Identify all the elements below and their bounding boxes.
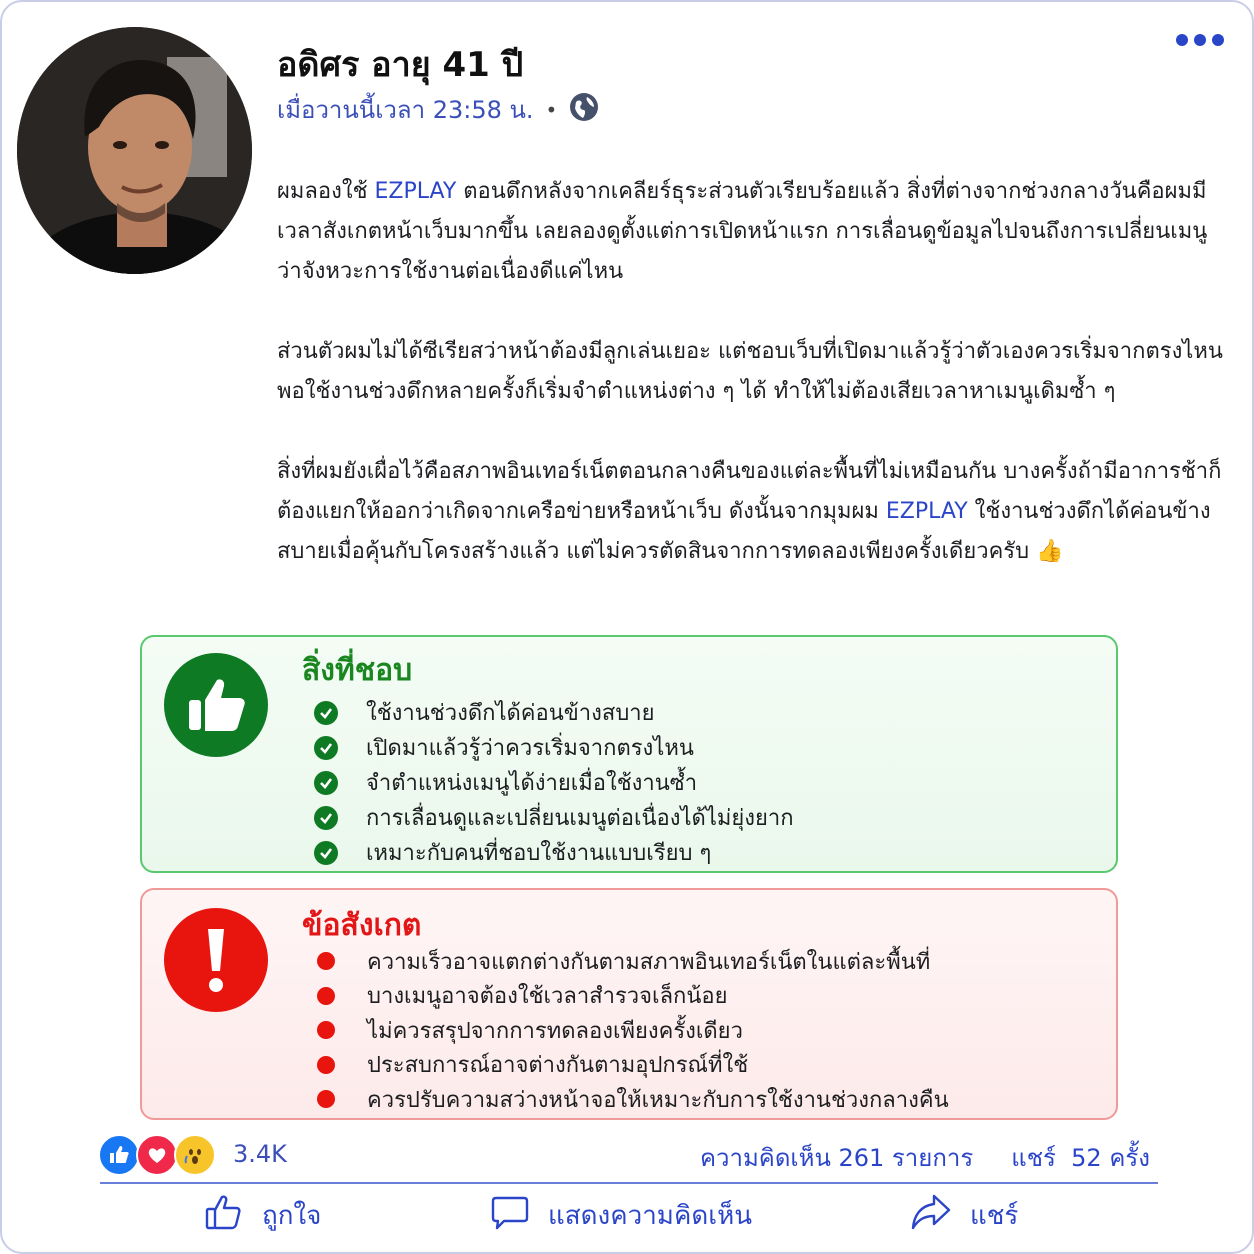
- text-segment: ส่วนตัวผมไม่ได้ซีเรียสว่าหน้าต้องมีลูกเล…: [277, 339, 1223, 404]
- pros-item-text: จำตำแหน่งเมนูได้ง่ายเมื่อใช้งานซ้ำ: [366, 771, 698, 796]
- text-segment: ผมลองใช้: [277, 179, 375, 204]
- check-icon: [314, 735, 338, 760]
- post-paragraph: ส่วนตัวผมไม่ได้ซีเรียสว่าหน้าต้องมีลูกเล…: [277, 332, 1227, 412]
- pros-item: ใช้งานช่วงดึกได้ค่อนข้างสบาย: [314, 695, 794, 730]
- bullet-icon: [317, 1090, 335, 1109]
- pros-list: ใช้งานช่วงดึกได้ค่อนข้างสบาย เปิดมาแล้วร…: [314, 695, 794, 870]
- reaction-icons[interactable]: [98, 1134, 216, 1176]
- bullet-icon: [317, 1055, 335, 1074]
- check-icon: [314, 770, 338, 795]
- share-label: แชร์: [970, 1201, 1019, 1231]
- share-count[interactable]: แชร์ 52 ครั้ง: [1011, 1138, 1150, 1177]
- thumbs-up-outline-icon: [204, 1192, 244, 1239]
- action-divider: [100, 1182, 1158, 1184]
- cons-item: ความเร็วอาจแตกต่างกันตามสภาพอินเทอร์เน็ต…: [314, 944, 949, 979]
- more-dot: [1194, 34, 1206, 46]
- bullet-icon: [317, 986, 335, 1005]
- like-reaction-icon: [98, 1134, 140, 1176]
- cons-item: ประสบการณ์อาจต่างกันตามอุปกรณ์ที่ใช้: [314, 1048, 949, 1083]
- more-options-icon[interactable]: [1176, 34, 1224, 46]
- brand-link[interactable]: EZPLAY: [886, 499, 968, 524]
- cons-title: ข้อสังเกต: [302, 908, 422, 943]
- avatar-photo: [17, 27, 252, 274]
- pros-title: สิ่งที่ชอบ: [302, 653, 413, 688]
- exclamation-icon: [164, 908, 268, 1012]
- pros-item: การเลื่อนดูและเปลี่ยนเมนูต่อเนื่องได้ไม่…: [314, 800, 794, 835]
- post-actions: ถูกใจ แสดงความคิดเห็น แชร์: [100, 1192, 1158, 1242]
- post-body: ผมลองใช้ EZPLAY ตอนดึกหลังจากเคลียร์ธุระ…: [277, 172, 1227, 612]
- check-icon: [314, 840, 338, 865]
- comment-label: แสดงความคิดเห็น: [548, 1201, 753, 1231]
- check-icon: [314, 805, 338, 830]
- thumbs-up-icon: [164, 653, 268, 757]
- comment-icon: [490, 1192, 530, 1239]
- bullet-icon: [317, 1021, 335, 1040]
- cons-panel: ข้อสังเกต ความเร็วอาจแตกต่างกันตามสภาพอิ…: [140, 888, 1118, 1120]
- pros-item-text: การเลื่อนดูและเปลี่ยนเมนูต่อเนื่องได้ไม่…: [366, 806, 794, 831]
- bullet-icon: [317, 952, 335, 971]
- cons-item-text: ไม่ควรสรุปจากการทดลองเพียงครั้งเดียว: [367, 1018, 743, 1044]
- more-dot: [1176, 34, 1188, 46]
- post-paragraph: ผมลองใช้ EZPLAY ตอนดึกหลังจากเคลียร์ธุระ…: [277, 172, 1227, 292]
- check-icon: [314, 700, 338, 725]
- post-card: อดิศร อายุ 41 ปี เมื่อวานนี้เวลา 23:58 น…: [0, 0, 1254, 1254]
- share-button[interactable]: แชร์: [910, 1192, 1018, 1239]
- post-timestamp[interactable]: เมื่อวานนี้เวลา 23:58 น.: [277, 90, 534, 129]
- engagement-stats: 3.4K ความคิดเห็น 261 รายการ แชร์ 52 ครั้…: [98, 1132, 1158, 1178]
- share-arrow-icon: [910, 1192, 952, 1239]
- pros-item: จำตำแหน่งเมนูได้ง่ายเมื่อใช้งานซ้ำ: [314, 765, 794, 800]
- pros-item: เหมาะกับคนที่ชอบใช้งานแบบเรียบ ๆ: [314, 835, 794, 870]
- pros-panel: สิ่งที่ชอบ ใช้งานช่วงดึกได้ค่อนข้างสบาย …: [140, 635, 1118, 873]
- comment-count[interactable]: ความคิดเห็น 261 รายการ: [700, 1138, 973, 1177]
- reaction-count[interactable]: 3.4K: [233, 1140, 287, 1168]
- meta-separator: •: [545, 97, 558, 122]
- avatar[interactable]: [17, 27, 252, 274]
- cons-item: บางเมนูอาจต้องใช้เวลาสำรวจเล็กน้อย: [314, 979, 949, 1014]
- cons-item-text: บางเมนูอาจต้องใช้เวลาสำรวจเล็กน้อย: [367, 984, 728, 1010]
- pros-item-text: เหมาะกับคนที่ชอบใช้งานแบบเรียบ ๆ: [366, 841, 712, 866]
- brand-link[interactable]: EZPLAY: [375, 179, 457, 204]
- like-label: ถูกใจ: [262, 1201, 322, 1231]
- like-button[interactable]: ถูกใจ: [204, 1192, 321, 1239]
- wow-reaction-icon: [174, 1134, 216, 1176]
- cons-item: ไม่ควรสรุปจากการทดลองเพียงครั้งเดียว: [314, 1013, 949, 1048]
- cons-item: ควรปรับความสว่างหน้าจอให้เหมาะกับการใช้ง…: [314, 1082, 949, 1117]
- cons-item-text: ความเร็วอาจแตกต่างกันตามสภาพอินเทอร์เน็ต…: [367, 949, 931, 975]
- post-paragraph: สิ่งที่ผมยังเผื่อไว้คือสภาพอินเทอร์เน็ตต…: [277, 452, 1227, 572]
- pros-item-text: เปิดมาแล้วรู้ว่าควรเริ่มจากตรงไหน: [366, 736, 694, 761]
- cons-item-text: ควรปรับความสว่างหน้าจอให้เหมาะกับการใช้ง…: [367, 1087, 949, 1113]
- more-dot: [1212, 34, 1224, 46]
- comment-button[interactable]: แสดงความคิดเห็น: [490, 1192, 752, 1239]
- comment-share-stats: ความคิดเห็น 261 รายการ แชร์ 52 ครั้ง: [700, 1138, 1150, 1177]
- pros-item: เปิดมาแล้วรู้ว่าควรเริ่มจากตรงไหน: [314, 730, 794, 765]
- globe-icon: [569, 92, 599, 128]
- pros-item-text: ใช้งานช่วงดึกได้ค่อนข้างสบาย: [366, 701, 655, 726]
- love-reaction-icon: [136, 1134, 178, 1176]
- post-meta: เมื่อวานนี้เวลา 23:58 น. •: [277, 90, 599, 129]
- cons-list: ความเร็วอาจแตกต่างกันตามสภาพอินเทอร์เน็ต…: [314, 944, 949, 1117]
- author-name[interactable]: อดิศร อายุ 41 ปี: [277, 37, 523, 91]
- cons-item-text: ประสบการณ์อาจต่างกันตามอุปกรณ์ที่ใช้: [367, 1053, 749, 1079]
